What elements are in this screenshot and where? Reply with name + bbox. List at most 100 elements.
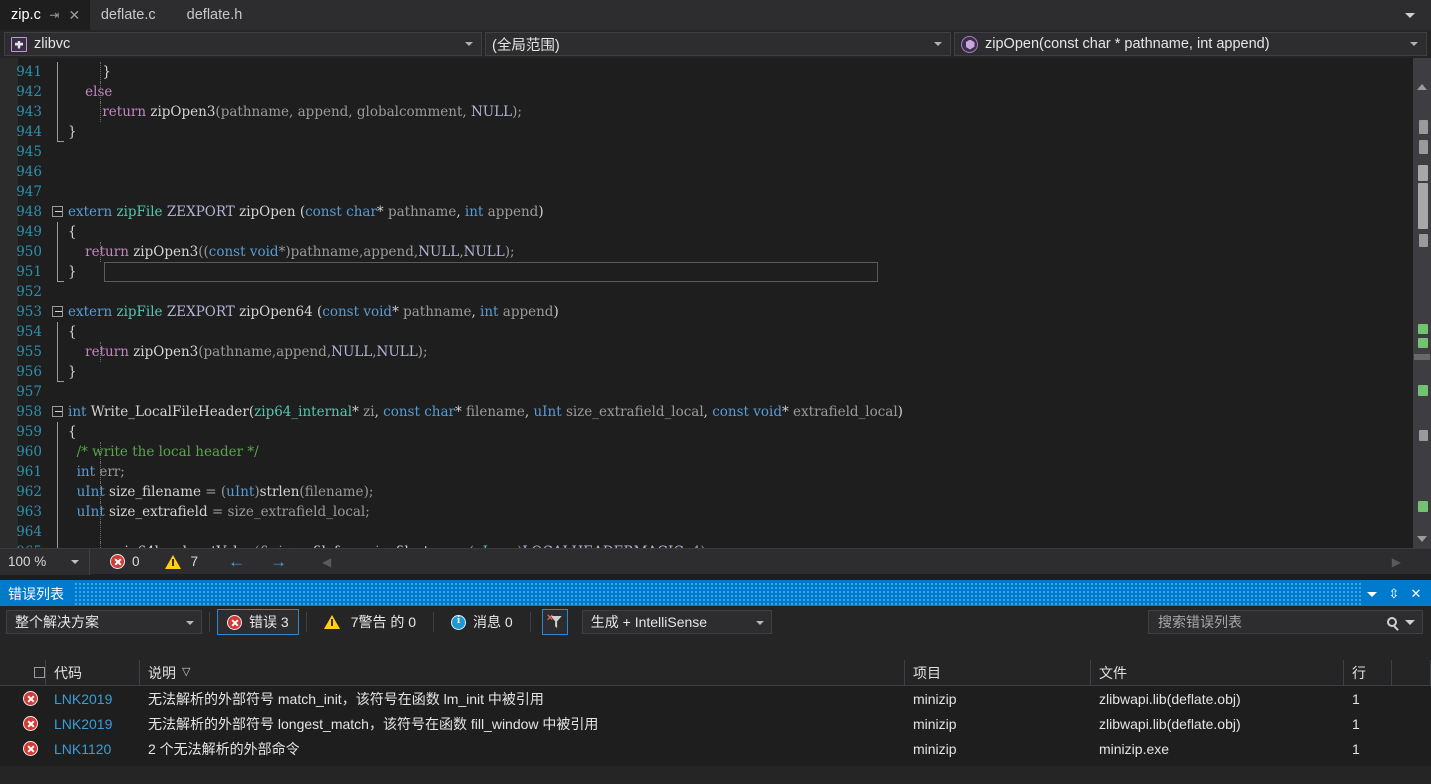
code-line[interactable]: 946	[0, 162, 903, 182]
error-list-title-bar[interactable]: 错误列表 ⇳ ✕	[0, 582, 1431, 606]
code-line[interactable]: 963 uInt size_extrafield = size_extrafie…	[0, 502, 903, 522]
editor-vertical-scrollbar[interactable]	[1413, 58, 1431, 548]
code-line[interactable]: 955 return zipOpen3(pathname,append,NULL…	[0, 342, 903, 362]
fold-margin[interactable]	[50, 342, 68, 362]
code-line[interactable]: 952	[0, 282, 903, 302]
code-token: *)	[278, 244, 291, 260]
fold-margin[interactable]	[50, 62, 68, 82]
code-line[interactable]: 958 int Write_LocalFileHeader(zip64_inter…	[0, 402, 903, 422]
column-header-file[interactable]: 文件	[1091, 659, 1344, 686]
fold-margin[interactable]	[50, 122, 68, 142]
fold-margin[interactable]	[50, 102, 68, 122]
tab-zip-c[interactable]: zip.c ⇥ ✕	[0, 0, 90, 30]
error-list-search-box[interactable]	[1148, 610, 1423, 634]
scroll-down-arrow-icon[interactable]	[1417, 536, 1427, 542]
fold-margin[interactable]	[50, 142, 68, 162]
tab-deflate-h[interactable]: deflate.h	[165, 0, 252, 30]
fold-margin[interactable]	[50, 322, 68, 342]
code-line[interactable]: 953 extern zipFile ZEXPORT zipOpen64 (con…	[0, 302, 903, 322]
error-list-close-button[interactable]: ✕	[1405, 583, 1427, 605]
project-selector[interactable]: zlibvc	[4, 32, 482, 56]
fold-margin[interactable]	[50, 202, 68, 222]
pin-icon[interactable]: ⇥	[48, 9, 61, 21]
code-line[interactable]: 948 extern zipFile ZEXPORT zipOpen (const…	[0, 202, 903, 222]
column-header-project[interactable]: 项目	[905, 659, 1091, 686]
scrollbar-thumb[interactable]	[1414, 352, 1430, 362]
scroll-up-arrow-icon[interactable]	[1417, 84, 1427, 90]
fold-margin[interactable]	[50, 242, 68, 262]
scope-filter-select[interactable]: 整个解决方案	[6, 610, 202, 634]
code-line[interactable]: 951}	[0, 262, 903, 282]
fold-margin[interactable]	[50, 462, 68, 482]
code-line[interactable]: 949 {	[0, 222, 903, 242]
fold-margin[interactable]	[50, 402, 68, 422]
arrow-left-small-icon[interactable]: ◀	[322, 556, 331, 568]
column-header-line[interactable]: 行	[1344, 659, 1392, 686]
code-line[interactable]: 957	[0, 382, 903, 402]
code-line[interactable]: 943 return zipOpen3(pathname, append, gl…	[0, 102, 903, 122]
fold-margin[interactable]	[50, 522, 68, 542]
fold-margin[interactable]	[50, 482, 68, 502]
build-source-select[interactable]: 生成 + IntelliSense	[581, 610, 772, 634]
member-selector[interactable]: zipOpen(const char * pathname, int appen…	[954, 32, 1427, 56]
fold-margin[interactable]	[50, 382, 68, 402]
fold-margin[interactable]	[50, 442, 68, 462]
fold-margin[interactable]	[50, 182, 68, 202]
code-line[interactable]: 944}	[0, 122, 903, 142]
code-line[interactable]: 942 else	[0, 82, 903, 102]
code-line[interactable]: 960 /* write the local header */	[0, 442, 903, 462]
arrow-left-icon[interactable]: ←	[228, 553, 245, 570]
fold-margin[interactable]	[50, 302, 68, 322]
code-line[interactable]: 962 uInt size_filename = (uInt)strlen(fi…	[0, 482, 903, 502]
code-line[interactable]: 961 int err;	[0, 462, 903, 482]
code-line[interactable]: 945	[0, 142, 903, 162]
fold-margin[interactable]	[50, 262, 68, 282]
fold-margin[interactable]	[50, 82, 68, 102]
collapse-minus-icon[interactable]	[52, 206, 63, 217]
row-code-cell: LNK1120	[54, 740, 112, 757]
code-line[interactable]: 964	[0, 522, 903, 542]
title-bar-drag-handle[interactable]	[74, 582, 1361, 606]
row-description-cell: 2 个无法解析的外部命令	[148, 740, 300, 757]
code-line[interactable]: 956}	[0, 362, 903, 382]
code-editor[interactable]: 941 } 942 else 943 return zipOpen3(pathnam…	[0, 58, 1431, 548]
column-header-icon[interactable]	[0, 659, 46, 686]
error-count-indicator[interactable]: 0	[110, 554, 140, 569]
table-row[interactable]: LNK2019 无法解析的外部符号 match_init，该符号在函数 lm_in…	[0, 686, 1431, 711]
error-list-pin-button[interactable]: ⇳	[1383, 583, 1405, 605]
fold-margin[interactable]	[50, 222, 68, 242]
table-row[interactable]: LNK2019 无法解析的外部符号 longest_match，该符号在函数 fi…	[0, 711, 1431, 736]
column-header-code[interactable]: 代码	[46, 659, 140, 686]
search-icon[interactable]	[1387, 617, 1397, 627]
warnings-filter-toggle[interactable]: 7警告 的 0	[314, 609, 426, 635]
code-token: char	[424, 404, 455, 420]
code-line[interactable]: 954 {	[0, 322, 903, 342]
fold-margin[interactable]	[50, 162, 68, 182]
code-line[interactable]: 959 {	[0, 422, 903, 442]
column-header-description[interactable]: 说明	[140, 659, 905, 686]
error-list-dropdown-button[interactable]	[1361, 583, 1383, 605]
fold-margin[interactable]	[50, 282, 68, 302]
collapse-minus-icon[interactable]	[52, 406, 63, 417]
tab-overflow-button[interactable]	[1395, 0, 1425, 30]
fold-margin[interactable]	[50, 362, 68, 382]
arrow-right-small-icon[interactable]: ▶	[1392, 556, 1401, 568]
messages-filter-toggle[interactable]: 消息 0	[441, 609, 523, 635]
table-row[interactable]: LNK1120 2 个无法解析的外部命令 minizip minizip.exe 1	[0, 736, 1431, 761]
zoom-level-selector[interactable]: 100 %	[0, 548, 90, 575]
arrow-right-icon[interactable]: →	[270, 553, 287, 570]
code-line[interactable]: 947	[0, 182, 903, 202]
code-line[interactable]: 941 }	[0, 62, 903, 82]
fold-margin[interactable]	[50, 502, 68, 522]
search-input[interactable]	[1158, 614, 1387, 630]
scope-selector[interactable]: (全局范围)	[485, 32, 951, 56]
collapse-minus-icon[interactable]	[52, 306, 63, 317]
fold-margin[interactable]	[50, 422, 68, 442]
tab-deflate-c[interactable]: deflate.c	[90, 0, 165, 30]
close-icon[interactable]: ✕	[68, 8, 81, 22]
warning-count-indicator[interactable]: 7	[164, 554, 198, 569]
errors-filter-toggle[interactable]: 错误 3	[217, 609, 299, 635]
code-line[interactable]: 950 return zipOpen3((const void*)pathnam…	[0, 242, 903, 262]
chevron-down-icon[interactable]	[1405, 619, 1415, 625]
clear-filter-button[interactable]: ×	[541, 609, 568, 635]
